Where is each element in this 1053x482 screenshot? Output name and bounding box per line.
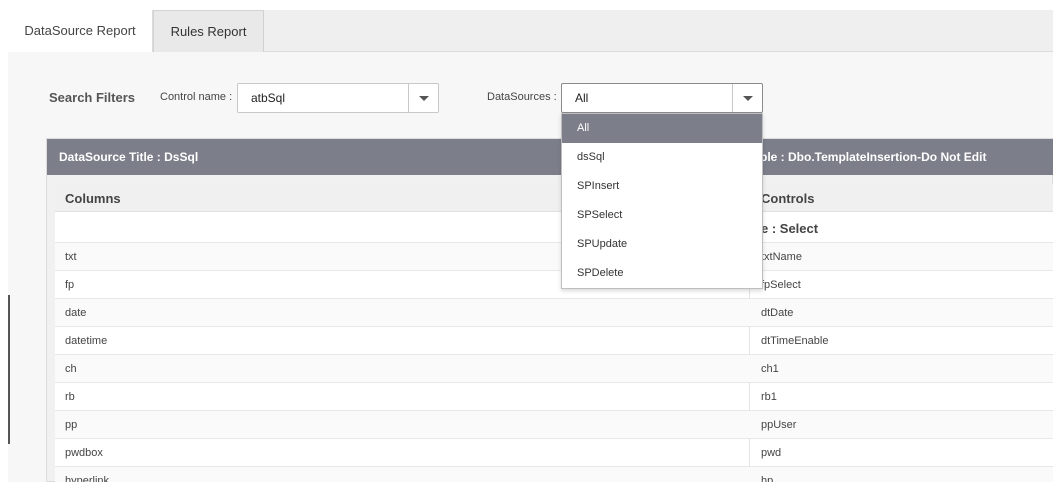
column-cell: date (65, 307, 87, 319)
search-filters-title: Search Filters (49, 90, 135, 105)
column-cell: pwdbox (65, 447, 103, 459)
datasources-select[interactable]: All (561, 83, 763, 113)
chevron-down-icon (419, 96, 429, 101)
datasource-option-spselect[interactable]: SPSelect (562, 201, 762, 230)
divider (8, 295, 10, 444)
column-cell: hyperlink (65, 475, 110, 482)
columns-table: Columns Controls e : Select txt txtName f… (55, 184, 1053, 482)
column-cell: txt (65, 251, 77, 263)
datasources-label: DataSources : (487, 91, 557, 103)
datasource-option-spupdate[interactable]: SPUpdate (562, 230, 762, 259)
datasource-option-spdelete[interactable]: SPDelete (562, 259, 762, 288)
table-row: ch ch1 (55, 355, 1053, 383)
table-subheader: e : Select (55, 212, 1053, 243)
control-cell: fpSelect (761, 279, 801, 291)
column-cell: rb (65, 391, 75, 403)
panel-header: DataSource Title : DsSql ble : Dbo.Templ… (47, 139, 1053, 175)
table-row: datetime dtTimeEnable (55, 327, 1053, 355)
column-cell: pp (65, 419, 78, 431)
tab-rules-report[interactable]: Rules Report (153, 10, 264, 52)
control-cell: pwd (761, 447, 782, 459)
table-row: pp ppUser (55, 411, 1053, 439)
controls-header: Controls (761, 191, 815, 206)
datasources-value: All (575, 91, 589, 105)
table-header: Columns Controls (55, 184, 1053, 212)
control-cell: dtDate (761, 307, 794, 319)
datasource-option-dssql[interactable]: dsSql (562, 143, 762, 172)
control-name-select[interactable]: atbSql (237, 83, 439, 113)
datasource-option-spinsert[interactable]: SPInsert (562, 172, 762, 201)
datasource-title: DataSource Title : DsSql (59, 150, 199, 164)
control-name-dropdown-button[interactable] (408, 84, 438, 112)
column-cell: fp (65, 279, 75, 291)
table-body: txt txtName fp fpSelect date dtDate datetim… (55, 243, 1053, 482)
control-cell: ppUser (761, 419, 797, 431)
control-cell: ch1 (761, 363, 779, 375)
control-name-value: atbSql (251, 91, 286, 105)
control-cell: hp (761, 475, 774, 482)
chevron-down-icon (743, 96, 753, 101)
control-cell: txtName (761, 251, 802, 263)
table-row: txt txtName (55, 243, 1053, 271)
column-cell: ch (65, 363, 77, 375)
control-name-label: Control name : (160, 91, 233, 103)
table-row: date dtDate (55, 299, 1053, 327)
table-row: hyperlink hp (55, 467, 1053, 482)
table-title: ble : Dbo.TemplateInsertion-Do Not Edit (760, 150, 987, 164)
datasource-option-all[interactable]: All (562, 114, 762, 143)
subheader-right: e : Select (761, 221, 819, 236)
table-row: pwdbox pwd (55, 439, 1053, 467)
column-cell: datetime (65, 335, 108, 347)
columns-header: Columns (65, 191, 121, 206)
control-cell: rb1 (761, 391, 777, 403)
datasource-panel: DataSource Title : DsSql ble : Dbo.Templ… (46, 138, 1053, 482)
tab-datasource-report[interactable]: DataSource Report (8, 10, 153, 53)
tab-bar: DataSource Report Rules Report (8, 10, 1053, 53)
table-row: fp fpSelect (55, 271, 1053, 299)
datasources-dropdown-button[interactable] (732, 84, 762, 112)
table-row: rb rb1 (55, 383, 1053, 411)
datasources-dropdown-menu: All dsSql SPInsert SPSelect SPUpdate SPD… (561, 113, 763, 289)
control-cell: dtTimeEnable (761, 335, 829, 347)
